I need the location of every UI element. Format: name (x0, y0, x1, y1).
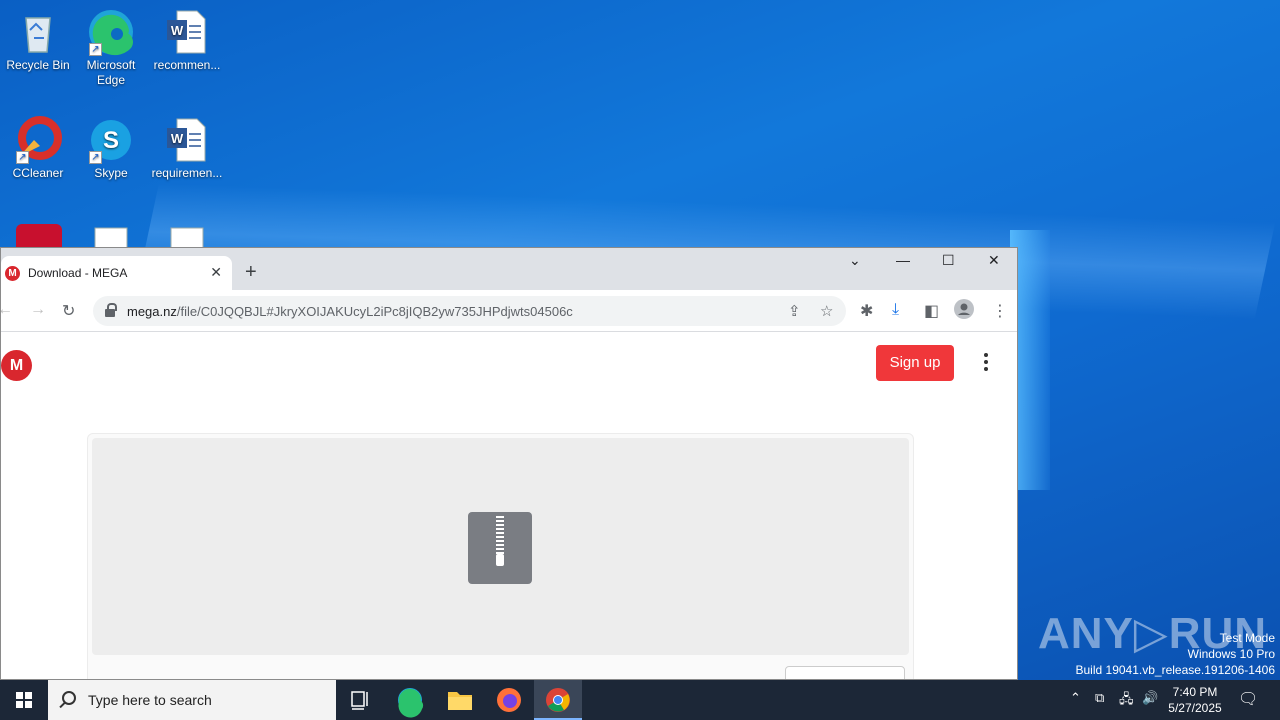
desktop-icon-label: Skype (94, 166, 128, 180)
desktop-icon-label: Recycle Bin (6, 58, 70, 72)
test-mode-line: Test Mode (1219, 631, 1275, 645)
shortcut-arrow-icon: ↗ (89, 43, 102, 56)
tab-mega-download[interactable]: M Download - MEGA ✕ (1, 256, 232, 290)
shortcut-arrow-icon: ↗ (16, 151, 29, 164)
shortcut-arrow-icon: ↗ (89, 151, 102, 164)
notification-center-icon[interactable]: 🗨 (1238, 689, 1258, 720)
search-icon (62, 691, 76, 705)
taskbar-firefox-icon[interactable] (485, 680, 533, 720)
maximize-button[interactable]: ☐ (942, 252, 955, 269)
forward-button[interactable]: → (30, 301, 46, 319)
desktop-icon-skype[interactable]: S ↗ Skype (73, 116, 149, 181)
desktop-icon-label: CCleaner (12, 166, 64, 180)
taskbar-clock[interactable]: 7:40 PM 5/27/2025 (1160, 684, 1230, 716)
bookmark-star-icon[interactable]: ☆ (820, 302, 833, 320)
lock-icon (105, 302, 117, 317)
build-line: Build 19041.vb_release.191206-1406 (1075, 663, 1276, 677)
address-bar[interactable]: mega.nz/file/C0JQQBJL#JkryXOIJAKUcyL2iPc… (93, 296, 846, 326)
taskbar-edge-icon[interactable] (386, 680, 434, 720)
ccleaner-icon: ↗ (14, 116, 62, 164)
desktop-icon-recycle-bin[interactable]: Recycle Bin (0, 8, 76, 73)
desktop-icon-label: Microsoft Edge (86, 58, 136, 87)
tab-close-icon[interactable]: ✕ (210, 264, 222, 281)
tab-title: Download - MEGA (28, 266, 128, 280)
download-icon[interactable]: ⤓ (892, 301, 899, 319)
taskbar-search-box[interactable]: Type here to search (48, 680, 336, 720)
chrome-menu-icon[interactable]: ⋮ (992, 301, 1008, 321)
skype-icon: S ↗ (87, 116, 135, 164)
svg-text:W: W (171, 131, 184, 146)
edge-icon: ↗ (87, 8, 135, 56)
chrome-window: M Download - MEGA ✕ + ⌄ — ☐ ✕ ← → ↻ mega… (0, 247, 1018, 680)
taskbar: Type here to search ⌃ ⧉ 🖧 🔊 7:40 PM 5/27… (0, 680, 1280, 720)
page-content: M Sign up Save to MEGA (1, 333, 1017, 679)
network-icon[interactable]: 🖧 (1119, 690, 1134, 720)
clock-time: 7:40 PM (1172, 685, 1218, 699)
tray-app-icon[interactable]: ⧉ (1095, 690, 1104, 720)
share-icon[interactable]: ⇪ (788, 302, 801, 320)
file-preview (92, 438, 909, 655)
desktop-icon-ccleaner[interactable]: ↗ CCleaner (0, 116, 76, 181)
taskbar-file-explorer-icon[interactable] (436, 680, 484, 720)
url-path: /file/C0JQQBJL#JkryXOIJAKUcyL2iPc8jIQB2y… (176, 303, 573, 319)
tab-search-button[interactable]: ⌄ (849, 252, 861, 269)
start-button[interactable] (0, 680, 48, 720)
tab-strip: M Download - MEGA ✕ + ⌄ — ☐ ✕ (1, 248, 1017, 290)
mega-favicon-icon: M (5, 265, 20, 281)
clock-date: 5/27/2025 (1168, 701, 1222, 715)
windows-logo-icon (16, 692, 32, 708)
desktop-icon-label: recommen... (153, 58, 221, 72)
side-panel-icon[interactable]: ◧ (924, 301, 939, 321)
url-host: mega.nz (127, 303, 177, 319)
file-card: Save to MEGA (87, 433, 914, 679)
desktop-icon-edge[interactable]: ↗ Microsoft Edge (73, 8, 149, 88)
windows-edition-line: Windows 10 Pro (1187, 647, 1275, 661)
word-document-icon: W (163, 116, 211, 164)
reload-button[interactable]: ↻ (62, 301, 75, 321)
extensions-puzzle-icon[interactable]: ✱ (860, 301, 873, 321)
recycle-bin-icon (14, 8, 62, 56)
sign-up-button[interactable]: Sign up (876, 345, 954, 381)
test-mode-notice: Test Mode Windows 10 Pro Build 19041.vb_… (1076, 630, 1276, 678)
show-hidden-icons-button[interactable]: ⌃ (1070, 690, 1081, 720)
svg-text:W: W (171, 23, 184, 38)
taskbar-chrome-icon[interactable] (534, 680, 582, 720)
profile-avatar-icon[interactable] (954, 299, 974, 324)
search-placeholder: Type here to search (88, 692, 212, 708)
browser-toolbar: ← → ↻ mega.nz/file/C0JQQBJL#JkryXOIJAKUc… (1, 290, 1017, 332)
desktop-icon-requiremen-doc[interactable]: W requiremen... (149, 116, 225, 181)
task-view-button[interactable] (336, 680, 384, 720)
word-document-icon: W (163, 8, 211, 56)
svg-text:S: S (103, 127, 119, 154)
more-options-icon[interactable] (978, 351, 994, 375)
new-tab-button[interactable]: + (245, 261, 257, 284)
back-button[interactable]: ← (1, 301, 13, 319)
save-to-mega-button[interactable]: Save to MEGA (785, 666, 905, 679)
desktop-icon-label: requiremen... (151, 166, 223, 180)
close-window-button[interactable]: ✕ (988, 252, 1000, 269)
volume-icon[interactable]: 🔊 (1142, 690, 1158, 720)
zip-archive-icon (468, 512, 532, 584)
minimize-button[interactable]: — (896, 252, 910, 268)
mega-logo-icon[interactable]: M (1, 350, 32, 381)
desktop-icon-recommen-doc[interactable]: W recommen... (149, 8, 225, 73)
